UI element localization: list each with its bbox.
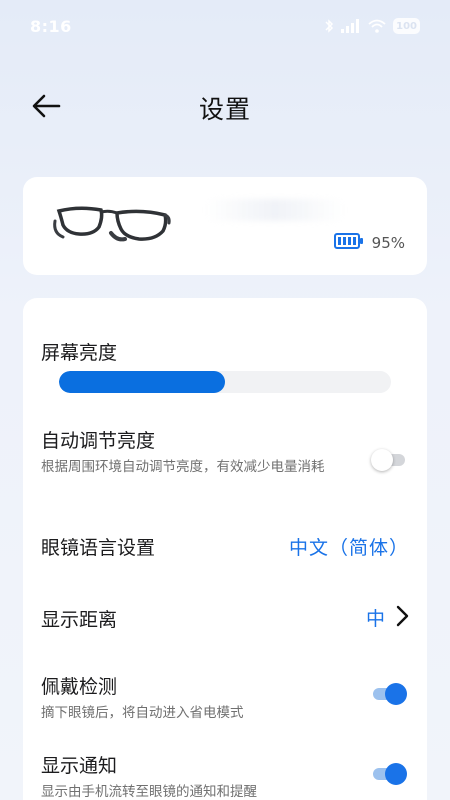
device-battery-percent: 95% (371, 234, 405, 252)
notifications-row: 显示通知 显示由手机流转至眼镜的通知和提醒 (41, 751, 337, 800)
status-icons: 100 (324, 18, 420, 34)
back-button[interactable] (28, 92, 64, 124)
wifi-icon (368, 19, 386, 33)
display-distance-label: 显示距离 (41, 609, 118, 631)
bluetooth-icon (324, 18, 334, 34)
brightness-label: 屏幕亮度 (41, 342, 118, 364)
display-distance-value: 中 (365, 608, 385, 630)
signal-icon (341, 19, 361, 33)
brightness-row: 屏幕亮度 (41, 338, 409, 365)
brightness-slider[interactable] (59, 371, 391, 393)
display-distance-row[interactable]: 显示距离 (41, 605, 409, 632)
page-title: 设置 (198, 95, 251, 124)
device-name-placeholder (205, 199, 345, 221)
language-value[interactable]: 中文（简体） (289, 533, 409, 560)
wear-detection-description: 摘下眼镜后，将自动进入省电模式 (41, 705, 244, 721)
toggle-knob (385, 683, 407, 705)
notifications-label: 显示通知 (41, 755, 118, 777)
brightness-slider-fill (59, 371, 225, 393)
settings-card: 屏幕亮度 自动调节亮度 根据周围环境自动调节亮度，有效减少电量消耗 眼镜语言设置… (23, 298, 427, 800)
chevron-right-icon (395, 605, 409, 631)
notifications-description: 显示由手机流转至眼镜的通知和提醒 (41, 784, 257, 800)
battery-icon: 100 (393, 18, 420, 34)
auto-brightness-toggle[interactable] (371, 449, 407, 471)
auto-brightness-row: 自动调节亮度 根据周围环境自动调节亮度，有效减少电量消耗 (41, 426, 337, 477)
glasses-icon (49, 203, 173, 253)
header: 设置 (0, 80, 450, 136)
auto-brightness-label: 自动调节亮度 (41, 430, 156, 452)
device-battery: 95% (333, 232, 405, 254)
arrow-left-icon (31, 93, 61, 123)
display-distance-selector[interactable]: 中 (366, 604, 409, 631)
notifications-toggle[interactable] (371, 763, 407, 785)
status-time: 8:16 (30, 16, 72, 36)
toggle-knob (385, 763, 407, 785)
toggle-knob (371, 449, 393, 471)
wear-detection-label: 佩戴检测 (41, 676, 118, 698)
device-card[interactable]: 95% (23, 177, 427, 275)
wear-detection-row: 佩戴检测 摘下眼镜后，将自动进入省电模式 (41, 672, 337, 723)
wear-detection-toggle[interactable] (371, 683, 407, 705)
auto-brightness-description: 根据周围环境自动调节亮度，有效减少电量消耗 (41, 459, 325, 475)
battery-icon (333, 232, 364, 254)
status-bar: 8:16 100 (0, 0, 450, 52)
